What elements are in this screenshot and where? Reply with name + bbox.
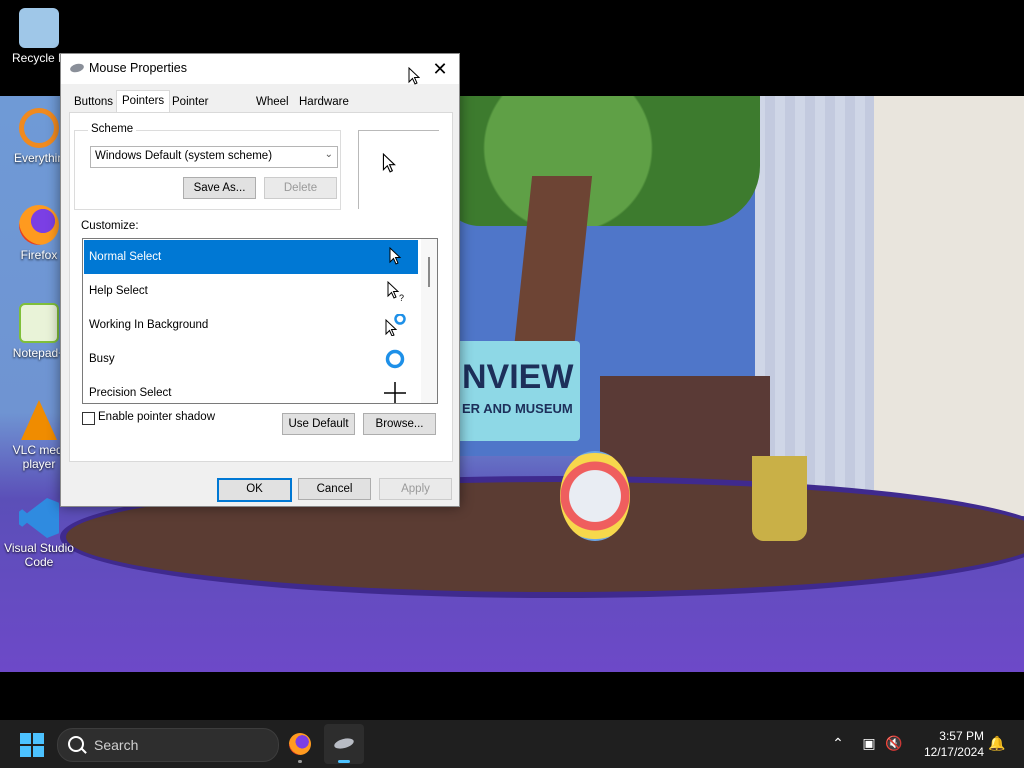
everything-search-icon (19, 108, 59, 148)
cursor-row-working-in-background[interactable]: Working In Background (84, 308, 418, 342)
working-cursor-icon (385, 314, 406, 336)
mouse-properties-dialog: Mouse Properties ✕ Buttons Pointers Poin… (60, 53, 460, 507)
vlc-cone-icon (21, 400, 57, 440)
tab-wheel[interactable]: Wheel (251, 92, 294, 112)
tab-pointer-options[interactable]: Pointer Options (167, 92, 217, 128)
recycle-bin-icon (19, 8, 59, 48)
clock-time: 3:57 PM (939, 729, 984, 743)
vscode-icon (19, 498, 59, 538)
busy-cursor-icon (385, 349, 405, 369)
windows-logo-icon (20, 746, 31, 757)
desktop-icon-vscode[interactable]: Visual Studio Code (4, 498, 74, 569)
start-button[interactable] (20, 733, 44, 757)
cursor-row-label: Help Select (89, 285, 148, 297)
mouse-icon (69, 62, 85, 74)
browse-button[interactable]: Browse... (363, 413, 436, 435)
running-indicator (298, 760, 302, 763)
chevron-up-icon[interactable]: ⌃ (829, 734, 847, 752)
taskbar: Search ⌃ ▣ 🔇 3:57 PM 12/17/2024 🔔 (0, 720, 1024, 768)
taskbar-mouse-properties[interactable] (324, 724, 364, 764)
use-default-button[interactable]: Use Default (282, 413, 355, 435)
firefox-icon (19, 205, 59, 245)
tab-buttons[interactable]: Buttons (69, 92, 118, 112)
taskbar-clock[interactable]: 3:57 PM 12/17/2024 (914, 728, 984, 760)
cursor-row-label: Precision Select (89, 387, 172, 399)
taskbar-firefox[interactable] (280, 724, 320, 764)
scene-sign-subtext: ER AND MUSEUM (462, 401, 573, 416)
cursor-row-busy[interactable]: Busy (84, 342, 418, 376)
save-as-button[interactable]: Save As... (183, 177, 256, 199)
cursor-row-label: Normal Select (89, 251, 162, 263)
cursor-row-normal-select[interactable]: Normal Select (84, 240, 418, 274)
help-cursor-icon: ? (387, 280, 404, 302)
scene-sign-text: NVIEW (462, 358, 574, 396)
notepad-plus-plus-icon (19, 303, 59, 343)
cursor-list[interactable]: Normal Select Help Select ? Working In B… (82, 238, 438, 404)
cursor-list-scrollbar[interactable] (421, 239, 437, 403)
dialog-titlebar[interactable]: Mouse Properties ✕ (61, 54, 459, 85)
volume-muted-icon[interactable]: 🔇 (885, 734, 903, 752)
windows-logo-icon (33, 733, 44, 744)
search-icon (68, 736, 84, 752)
pointer-shadow-label: Enable pointer shadow (98, 411, 215, 423)
cursor-row-help-select[interactable]: Help Select ? (84, 274, 418, 308)
mouse-pointer-icon (408, 67, 420, 85)
cancel-button[interactable]: Cancel (298, 478, 371, 500)
arrow-cursor-preview-icon (382, 153, 396, 173)
pointer-shadow-checkbox[interactable] (82, 412, 95, 425)
tab-hardware[interactable]: Hardware (294, 92, 354, 112)
chevron-down-icon: ⌄ (324, 149, 333, 160)
cursor-row-label: Working In Background (89, 319, 209, 331)
crosshair-cursor-icon (384, 382, 406, 403)
firefox-icon (289, 733, 311, 755)
apply-button[interactable]: Apply (379, 478, 452, 500)
scheme-dropdown-value: Windows Default (system scheme) (95, 150, 273, 162)
cursor-row-precision-select[interactable]: Precision Select (84, 376, 418, 403)
windows-logo-icon (20, 733, 31, 744)
scheme-group-label: Scheme (88, 123, 137, 135)
ok-button[interactable]: OK (217, 478, 292, 502)
dialog-title: Mouse Properties (89, 61, 187, 75)
scene-plant-pot (752, 456, 807, 541)
taskbar-search-box[interactable]: Search (57, 728, 279, 762)
cursor-preview-box (358, 130, 439, 209)
notification-bell-icon[interactable]: 🔔 (988, 734, 1006, 752)
cursor-row-label: Busy (89, 353, 115, 365)
mouse-icon (333, 736, 355, 751)
scene-right-wall (874, 96, 1024, 516)
svg-text:?: ? (399, 293, 404, 302)
search-placeholder: Search (94, 737, 139, 753)
close-button[interactable]: ✕ (427, 56, 453, 82)
scrollbar-thumb[interactable] (428, 257, 430, 287)
network-icon[interactable]: ▣ (860, 734, 878, 752)
desktop-icon-label: Visual Studio Code (4, 541, 74, 569)
customize-label: Customize: (81, 220, 139, 232)
delete-button[interactable]: Delete (264, 177, 337, 199)
scene-tree-canopy (440, 96, 760, 226)
active-indicator (338, 760, 350, 763)
windows-logo-icon (33, 746, 44, 757)
arrow-cursor-icon (389, 246, 402, 265)
scheme-dropdown[interactable]: Windows Default (system scheme) ⌄ (90, 146, 338, 168)
clock-date: 12/17/2024 (923, 745, 984, 759)
scene-flower-character (560, 451, 630, 541)
tab-pointers[interactable]: Pointers (116, 90, 171, 113)
